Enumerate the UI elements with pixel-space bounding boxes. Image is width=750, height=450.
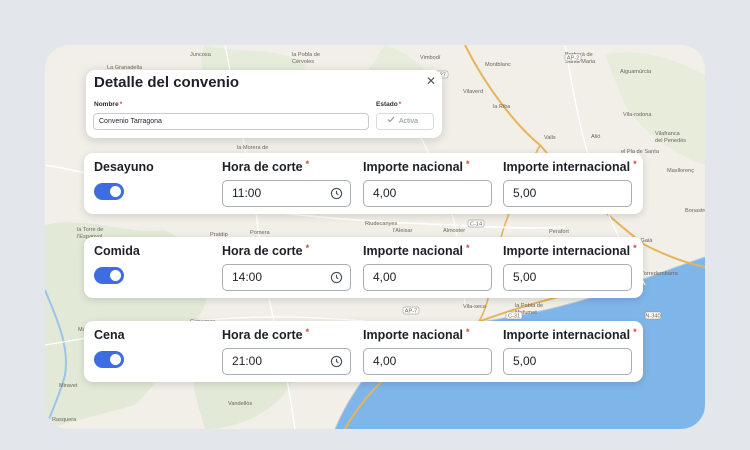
map-place-label: Rasquera bbox=[52, 417, 77, 423]
international-amount-input[interactable]: 5,00 bbox=[503, 348, 632, 375]
check-icon bbox=[387, 114, 395, 129]
map-place-label: Vila-seca bbox=[463, 304, 487, 310]
close-icon[interactable]: ✕ bbox=[425, 75, 437, 87]
national-amount-header: Importe nacional * bbox=[363, 159, 470, 174]
meal-enabled-toggle[interactable] bbox=[94, 267, 124, 284]
agreement-name-input[interactable]: Convenio Tarragona bbox=[93, 113, 369, 130]
international-amount-input[interactable]: 5,00 bbox=[503, 180, 632, 207]
required-mark: * bbox=[119, 101, 123, 108]
national-amount-input[interactable]: 4,00 bbox=[363, 348, 492, 375]
status-active-button[interactable]: Activa bbox=[376, 113, 434, 130]
clock-icon[interactable] bbox=[330, 355, 343, 368]
map-place-label: del Penedès bbox=[655, 138, 686, 144]
road-shield-label: C-14 bbox=[470, 221, 482, 227]
map-place-label: Almoster bbox=[443, 228, 465, 234]
map-place-label: Miravet bbox=[59, 383, 78, 389]
meal-card-desayuno: Desayuno Hora de corte * Importe nacional… bbox=[84, 153, 643, 214]
cutoff-time-header: Hora de corte * bbox=[222, 327, 310, 342]
national-amount-input[interactable]: 4,00 bbox=[363, 264, 492, 291]
clock-icon[interactable] bbox=[330, 187, 343, 200]
international-amount-header: Importe internacional * bbox=[503, 327, 637, 342]
road-shield-label: N-340 bbox=[645, 313, 660, 319]
map-place-label: l'Aleixar bbox=[393, 228, 413, 234]
map-place-label: Juncosa bbox=[190, 52, 212, 58]
map-place-label: Vandellòs bbox=[228, 401, 252, 407]
meal-name: Desayuno bbox=[94, 160, 154, 174]
estado-label: Estado* bbox=[376, 101, 402, 108]
national-amount-header: Importe nacional * bbox=[363, 243, 470, 258]
cutoff-time-input[interactable]: 11:00 bbox=[222, 180, 351, 207]
map-place-label: Vila-rodona bbox=[623, 112, 652, 118]
map-place-label: Bonastre bbox=[685, 208, 705, 214]
road-shield-label: AP-7 bbox=[405, 308, 417, 314]
meal-name: Cena bbox=[94, 328, 125, 342]
international-amount-header: Importe internacional * bbox=[503, 159, 637, 174]
map-place-label: Pomera bbox=[250, 230, 270, 236]
required-mark: * bbox=[398, 101, 402, 108]
meal-card-cena: Cena Hora de corte * Importe nacional * Im… bbox=[84, 321, 643, 382]
cutoff-time-value: 14:00 bbox=[232, 270, 263, 284]
map-place-label: Alió bbox=[591, 134, 600, 140]
meal-enabled-toggle[interactable] bbox=[94, 183, 124, 200]
map-place-label: Valls bbox=[544, 135, 556, 141]
international-amount-header: Importe internacional * bbox=[503, 243, 637, 258]
map-place-label: Torredembarra bbox=[641, 271, 679, 277]
map-place-label: Cérvoles bbox=[292, 59, 314, 65]
national-amount-input[interactable]: 4,00 bbox=[363, 180, 492, 207]
agreement-detail-dialog: Detalle del convenio ✕ Nombre* Convenio … bbox=[86, 70, 442, 138]
dialog-title: Detalle del convenio bbox=[94, 74, 240, 91]
road-shield-label: AP-2 bbox=[567, 55, 579, 61]
map-place-label: la Morera de bbox=[237, 145, 268, 151]
map-place-label: Masllorenç bbox=[667, 168, 694, 174]
map-place-label: Perafort bbox=[549, 229, 569, 235]
map-place-label: Montblanc bbox=[485, 62, 511, 68]
international-amount-input[interactable]: 5,00 bbox=[503, 264, 632, 291]
cutoff-time-header: Hora de corte * bbox=[222, 243, 310, 258]
meal-name: Comida bbox=[94, 244, 140, 258]
toggle-knob bbox=[110, 186, 121, 197]
map-place-label: Vimbodí bbox=[420, 55, 441, 61]
cutoff-time-value: 11:00 bbox=[232, 186, 262, 200]
map-place-label: la Pobla de bbox=[515, 303, 543, 309]
national-amount-header: Importe nacional * bbox=[363, 327, 470, 342]
clock-icon[interactable] bbox=[330, 271, 343, 284]
cutoff-time-input[interactable]: 21:00 bbox=[222, 348, 351, 375]
map-place-label: la Pobla de bbox=[292, 52, 320, 58]
map-place-label: la Riba bbox=[493, 104, 511, 110]
cutoff-time-value: 21:00 bbox=[232, 354, 263, 368]
map-place-label: la Torre de bbox=[77, 227, 103, 233]
map-place-label: Riudecanyes bbox=[365, 221, 398, 227]
toggle-knob bbox=[110, 354, 121, 365]
road-shield-label: C-31 bbox=[508, 313, 520, 319]
cutoff-time-header: Hora de corte * bbox=[222, 159, 310, 174]
status-value: Activa bbox=[399, 118, 419, 125]
nombre-label: Nombre* bbox=[94, 101, 123, 108]
map-place-label: Aiguamúrcia bbox=[620, 69, 652, 75]
map-place-label: Vilaverd bbox=[463, 89, 483, 95]
cutoff-time-input[interactable]: 14:00 bbox=[222, 264, 351, 291]
map-place-label: Vilafranca bbox=[655, 131, 681, 137]
toggle-knob bbox=[110, 270, 121, 281]
meal-card-comida: Comida Hora de corte * Importe nacional * … bbox=[84, 237, 643, 298]
meal-enabled-toggle[interactable] bbox=[94, 351, 124, 368]
